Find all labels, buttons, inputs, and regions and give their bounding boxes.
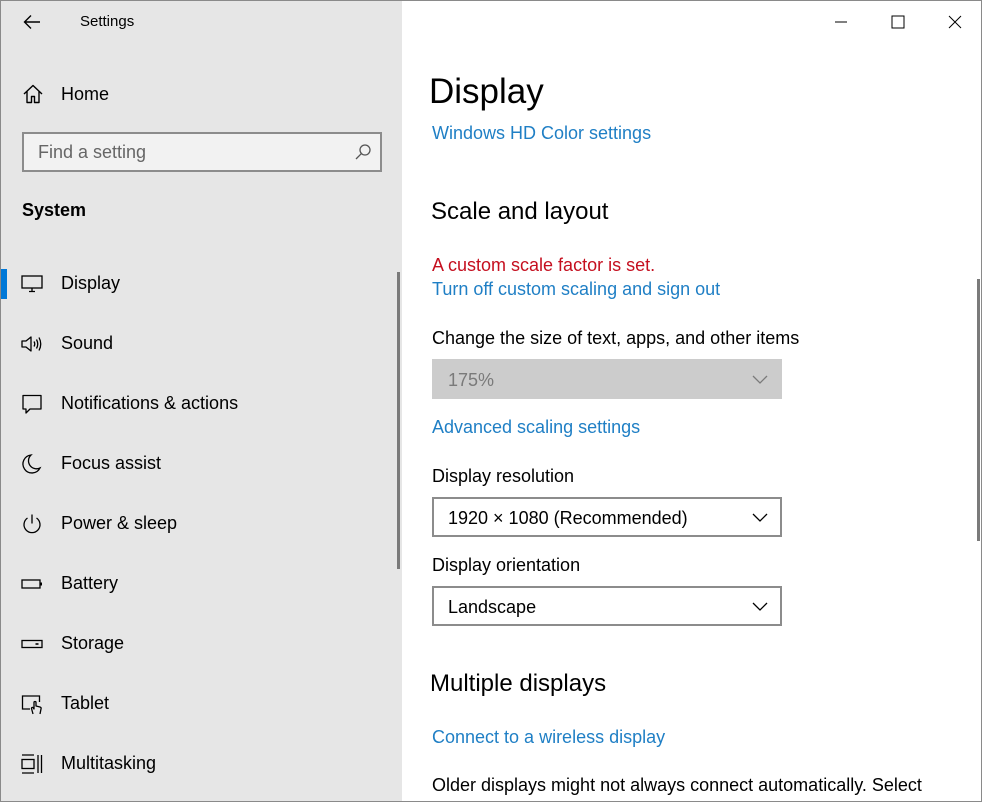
search-input[interactable]	[24, 134, 344, 170]
app-title: Settings	[80, 13, 135, 30]
back-arrow-icon	[23, 15, 40, 29]
multitasking-icon	[21, 754, 43, 774]
chevron-down-icon	[752, 513, 768, 522]
change-size-label: Change the size of text, apps, and other…	[432, 328, 800, 348]
page-title: Display	[429, 72, 544, 111]
hd-color-link[interactable]: Windows HD Color settings	[432, 123, 651, 144]
multiple-displays-heading: Multiple displays	[430, 670, 607, 697]
sidebar-item-label: Battery	[61, 573, 119, 593]
sidebar-item-label: Display	[61, 273, 121, 293]
back-button[interactable]	[15, 7, 49, 37]
resolution-dropdown[interactable]: 1920 × 1080 (Recommended)	[432, 497, 782, 537]
sidebar-item-label: Storage	[61, 633, 125, 653]
advanced-scaling-link[interactable]: Advanced scaling settings	[432, 417, 640, 438]
storage-icon	[21, 639, 43, 649]
resolution-label: Display resolution	[432, 466, 575, 486]
sidebar-item-label: Home	[61, 84, 110, 104]
chevron-down-icon	[752, 602, 768, 611]
sidebar-item-label: Notifications & actions	[61, 393, 239, 413]
scale-dropdown: 175%	[432, 359, 782, 399]
older-displays-text: Older displays might not always connect …	[432, 775, 922, 795]
minimize-icon	[834, 21, 847, 23]
window-controls	[812, 1, 981, 43]
sidebar-item-label: Focus assist	[61, 453, 162, 473]
sidebar-item-label: Sound	[61, 333, 114, 353]
moon-icon	[22, 454, 42, 474]
sidebar: Settings Home System Display	[1, 1, 402, 801]
home-icon	[23, 84, 43, 104]
main-content: Display Windows HD Color settings Scale …	[402, 1, 981, 801]
resolution-value: 1920 × 1080 (Recommended)	[448, 508, 688, 528]
orientation-label: Display orientation	[432, 555, 581, 575]
sidebar-item-power-sleep[interactable]: Power & sleep	[1, 494, 399, 554]
main-scrollbar[interactable]	[977, 279, 980, 541]
search-box[interactable]	[22, 132, 382, 172]
nav-list: Display Sound Notifications & actions Fo…	[1, 254, 402, 794]
sidebar-item-multitasking[interactable]: Multitasking	[1, 734, 399, 794]
maximize-icon	[891, 15, 904, 29]
sidebar-item-home[interactable]: Home	[1, 73, 402, 115]
close-icon	[948, 15, 961, 29]
tablet-icon	[21, 695, 42, 715]
notification-icon	[22, 394, 42, 414]
sidebar-item-label: Tablet	[61, 693, 110, 713]
sidebar-item-label: Multitasking	[61, 753, 157, 773]
sidebar-item-focus-assist[interactable]: Focus assist	[1, 434, 399, 494]
turn-off-scaling-link[interactable]: Turn off custom scaling and sign out	[432, 279, 720, 300]
power-icon	[23, 514, 41, 534]
sidebar-item-battery[interactable]: Battery	[1, 554, 399, 614]
maximize-button[interactable]	[869, 1, 926, 43]
battery-icon	[21, 579, 42, 589]
scale-layout-heading: Scale and layout	[431, 198, 609, 225]
sidebar-item-tablet[interactable]: Tablet	[1, 674, 399, 734]
custom-scale-warning: A custom scale factor is set.	[432, 255, 656, 275]
sidebar-item-sound[interactable]: Sound	[1, 314, 399, 374]
wireless-display-link[interactable]: Connect to a wireless display	[432, 727, 665, 748]
chevron-down-icon	[752, 375, 768, 384]
orientation-value: Landscape	[448, 597, 537, 617]
orientation-dropdown[interactable]: Landscape	[432, 586, 782, 626]
sidebar-item-storage[interactable]: Storage	[1, 614, 399, 674]
speaker-icon	[21, 336, 42, 352]
scale-value: 175%	[448, 370, 495, 390]
minimize-button[interactable]	[812, 1, 869, 43]
settings-window: Settings Home System Display	[0, 0, 982, 802]
monitor-icon	[21, 275, 43, 293]
search-icon[interactable]	[354, 143, 372, 161]
section-label: System	[22, 200, 87, 220]
sidebar-scrollbar[interactable]	[397, 272, 400, 569]
close-button[interactable]	[926, 1, 981, 43]
sidebar-item-display[interactable]: Display	[1, 254, 399, 314]
sidebar-item-label: Power & sleep	[61, 513, 178, 533]
sidebar-item-notifications[interactable]: Notifications & actions	[1, 374, 399, 434]
